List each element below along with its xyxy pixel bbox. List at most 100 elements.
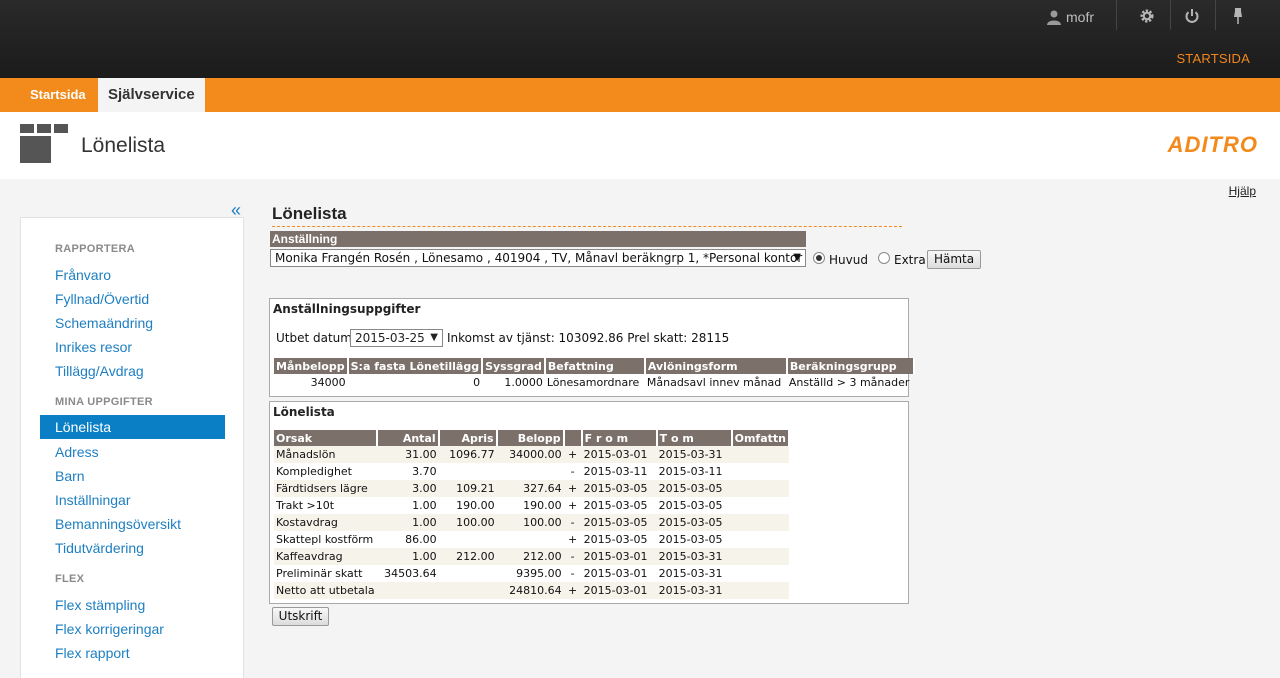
table-cell: 2015-03-01: [583, 567, 648, 580]
radio-huvud-label: Huvud: [829, 253, 868, 267]
table-cell: +: [568, 533, 578, 546]
sidebar-item-installningar[interactable]: Inställningar: [55, 492, 131, 508]
column-header: T o m: [656, 430, 733, 446]
sidebar: RAPPORTERA Frånvaro Fyllnad/Övertid Sche…: [20, 217, 244, 678]
table-cell: Månadslön: [274, 446, 377, 463]
table-row: Kaffeavdrag 1.00 212.00 212.00-2015-03-01 20…: [274, 548, 789, 565]
sidebar-item-barn[interactable]: Barn: [55, 468, 85, 484]
table-cell: 9395.00: [516, 567, 562, 580]
table-header-row: Orsak Antal Apris Belopp F r o m T o m O…: [274, 430, 790, 446]
table-cell: 1.00: [376, 548, 439, 565]
table-cell: 86.00: [405, 533, 437, 546]
table-cell: Kaffeavdrag: [274, 548, 377, 565]
table-cell: 2015-03-31: [656, 548, 732, 565]
hamta-button[interactable]: Hämta: [927, 250, 981, 269]
column-header: Beräkningsgrupp: [786, 358, 915, 374]
table-row: Månadslön 31.00 1096.77 34000.00 +2015-03-01…: [274, 446, 789, 463]
tab-sjalvservice[interactable]: Självservice: [98, 78, 205, 112]
employment-select-value: Monika Frangén Rosén , Lönesamo , 401904…: [275, 251, 803, 265]
radio-huvud[interactable]: [813, 252, 825, 264]
table-cell: 2015-03-11: [583, 465, 648, 478]
sidebar-heading: RAPPORTERA: [55, 243, 136, 255]
table-cell: -: [563, 514, 582, 531]
sidebar-item-adress[interactable]: Adress: [55, 444, 99, 460]
page-header: Lönelista ADITRO: [0, 112, 1280, 179]
table-row: Färdtidsers lägre 3.00 109.21 327.64 +2015-0…: [274, 480, 789, 497]
divider: [1116, 0, 1117, 30]
power-icon[interactable]: [1182, 6, 1202, 26]
startsida-link[interactable]: STARTSIDA: [1176, 51, 1250, 66]
divider: [1215, 0, 1216, 30]
table-cell: Lönesamordnare: [546, 376, 640, 389]
table-cell: -: [570, 567, 575, 580]
column-header: Syssgrad: [482, 358, 546, 374]
employment-details-title: Anställningsuppgifter: [273, 302, 421, 316]
column-header: F r o m: [581, 430, 658, 446]
table-cell: 31.00: [376, 446, 439, 463]
table-cell: 2015-03-31: [658, 567, 723, 580]
radio-extra[interactable]: [878, 252, 890, 264]
main-nav: Startsida Självservice: [0, 78, 1280, 112]
column-header: Befattning: [544, 358, 646, 374]
table-row: Skattepl kostförm 86.00 +2015-03-05 2015-03…: [274, 531, 789, 548]
sidebar-item-tillagg[interactable]: Tillägg/Avdrag: [55, 363, 144, 379]
user-menu[interactable]: mofr: [1046, 7, 1094, 27]
help-link[interactable]: Hjälp: [1229, 184, 1256, 198]
dropdown-arrow-icon: ▼: [430, 332, 438, 343]
table-cell: 2015-03-05: [658, 533, 723, 546]
table-cell: 212.00: [496, 548, 564, 565]
table-cell: 2015-03-01: [581, 582, 657, 599]
table-cell: 212.00: [438, 548, 497, 565]
column-header: Orsak: [274, 430, 378, 446]
sidebar-item-lonelista[interactable]: Lönelista: [40, 415, 225, 439]
tab-startsida[interactable]: Startsida: [20, 78, 96, 112]
table-row: Preliminär skatt 34503.64 9395.00-2015-03-…: [274, 565, 789, 582]
income-summary: Inkomst av tjänst: 103092.86 Prel skatt:…: [447, 331, 730, 345]
sidebar-item-schemaandring[interactable]: Schemaändring: [55, 315, 153, 331]
table-cell: +: [563, 446, 582, 463]
table-cell: Färdtidsers lägre: [274, 480, 377, 497]
table-cell: [731, 446, 789, 463]
gear-icon[interactable]: [1137, 6, 1157, 26]
table-cell: [732, 497, 789, 514]
table-cell: 2015-03-31: [656, 582, 732, 599]
employment-select[interactable]: Monika Frangén Rosén , Lönesamo , 401904…: [270, 249, 806, 267]
content-title: Lönelista: [272, 204, 347, 223]
utbet-date-select[interactable]: 2015-03-25 ▼: [350, 329, 443, 347]
table-cell: 2015-03-01: [581, 446, 657, 463]
sidebar-item-franvaro[interactable]: Frånvaro: [55, 267, 111, 283]
column-header: [563, 430, 583, 446]
column-header: Apris: [438, 430, 498, 446]
table-cell: [732, 531, 789, 548]
table-cell: [439, 463, 497, 480]
sidebar-item-flex-rapport[interactable]: Flex rapport: [55, 645, 130, 661]
sidebar-item-fyllnad[interactable]: Fyllnad/Övertid: [55, 291, 149, 307]
table-cell: +: [563, 582, 582, 599]
sidebar-item-inrikes-resor[interactable]: Inrikes resor: [55, 339, 132, 355]
table-cell: [439, 531, 497, 548]
sidebar-item-flex-korrigeringar[interactable]: Flex korrigeringar: [55, 621, 164, 637]
table-cell: [731, 480, 789, 497]
sidebar-item-tidutvardering[interactable]: Tidutvärdering: [55, 540, 144, 556]
table-cell: [376, 582, 439, 599]
table-cell: 2015-03-05: [656, 514, 732, 531]
table-cell: Kostavdrag: [274, 514, 377, 531]
utskrift-button[interactable]: Utskrift: [272, 607, 329, 626]
employment-table: Månbelopp S:a fasta Lönetillägg Syssgrad…: [274, 358, 915, 391]
table-cell: 327.64: [496, 480, 564, 497]
pin-icon[interactable]: [1228, 6, 1248, 26]
table-cell: 2015-03-11: [658, 465, 723, 478]
table-cell: Skattepl kostförm: [276, 533, 374, 546]
table-row: Trakt >10t 1.00 190.00 190.00 +2015-03-05 201…: [274, 497, 789, 514]
table-cell: 2015-03-05: [656, 480, 732, 497]
divider: [1170, 0, 1171, 30]
sidebar-item-bemanning[interactable]: Bemanningsöversikt: [55, 516, 181, 532]
table-cell: [438, 582, 497, 599]
sidebar-heading: MINA UPPGIFTER: [55, 396, 153, 408]
table-header-row: Månbelopp S:a fasta Lönetillägg Syssgrad…: [274, 358, 915, 374]
table-cell: Kompledighet: [276, 465, 352, 478]
table-cell: 1.0000: [504, 376, 543, 389]
table-cell: 34503.64: [384, 567, 437, 580]
sidebar-item-flex-stampling[interactable]: Flex stämpling: [55, 597, 145, 613]
column-header: S:a fasta Lönetillägg: [347, 358, 484, 374]
